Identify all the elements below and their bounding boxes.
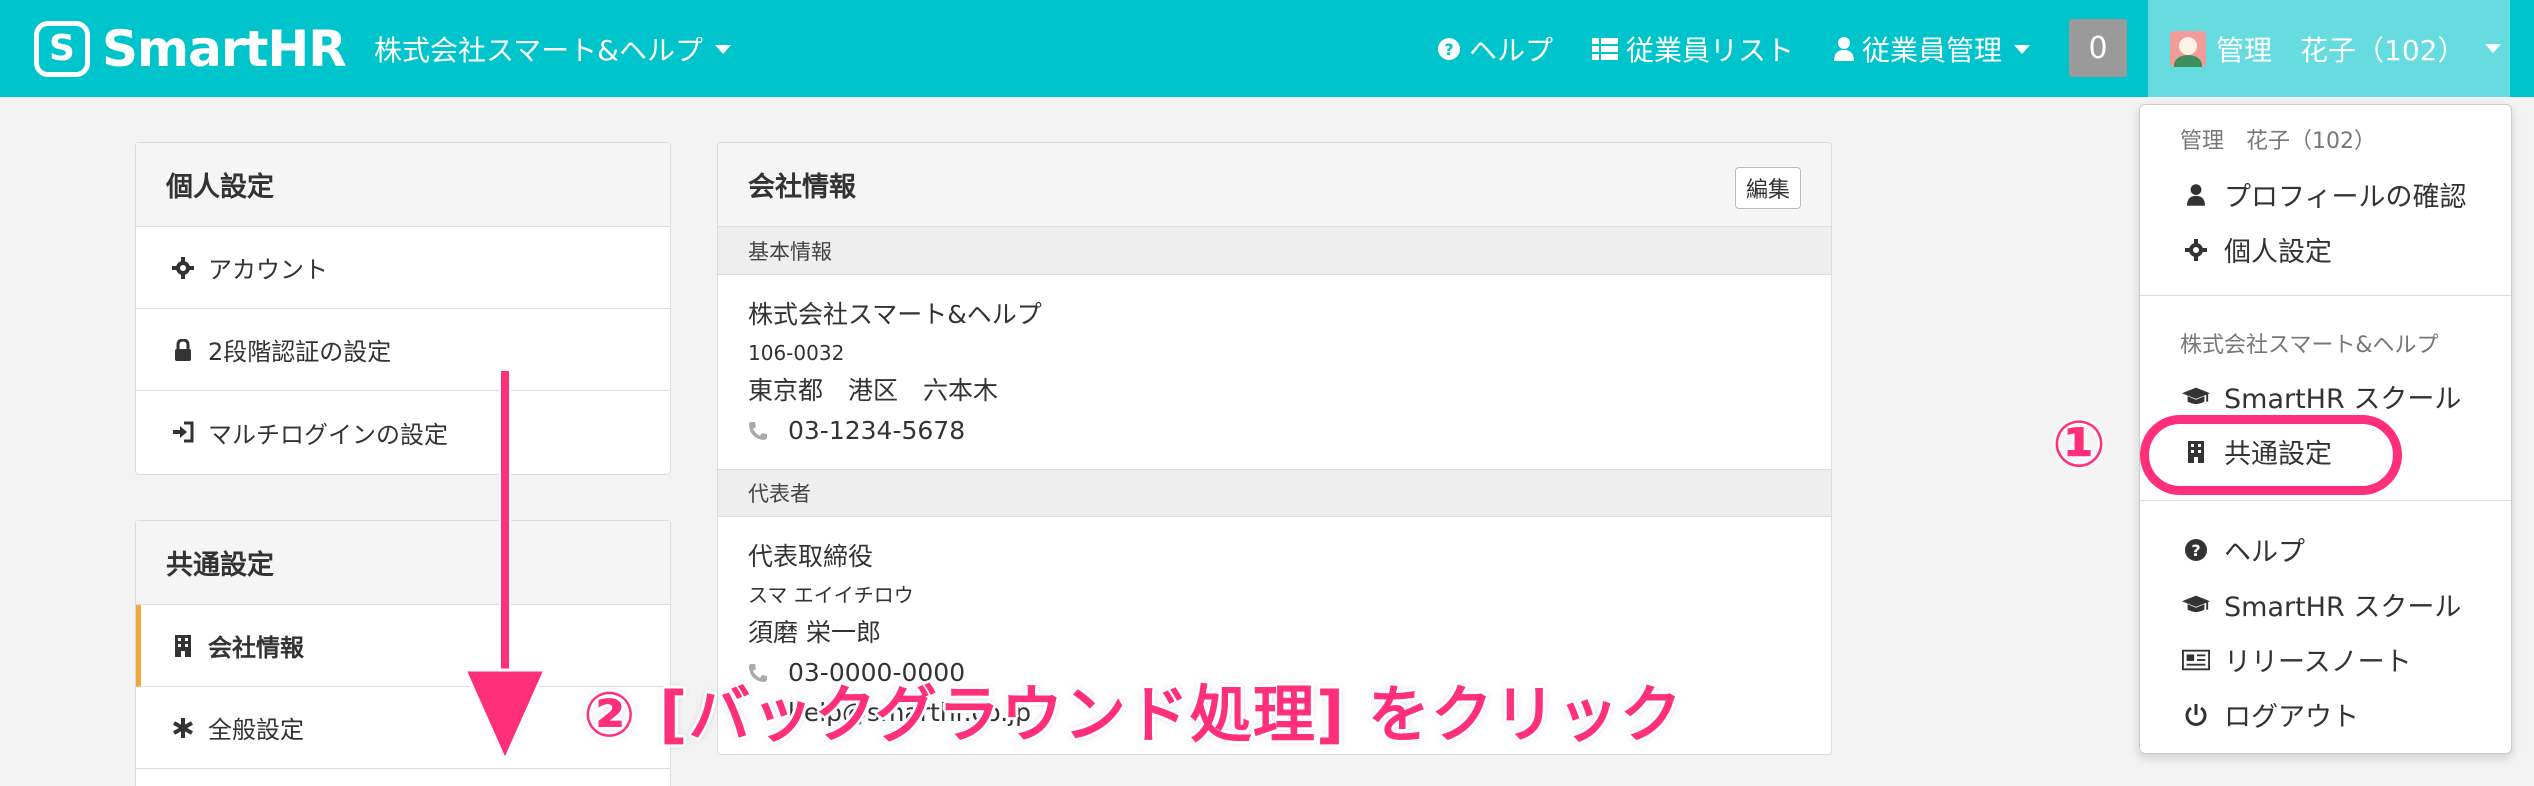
phone-icon	[748, 421, 788, 441]
building-icon	[172, 634, 194, 657]
logo-text: SmartHR	[102, 20, 347, 78]
panel-title: 共通設定	[136, 521, 670, 605]
nav-employee-list-label: 従業員リスト	[1626, 34, 1795, 67]
asterisk-icon	[172, 717, 194, 738]
menu-item-account[interactable]: アカウント	[136, 227, 670, 309]
top-navbar: S SmartHR 株式会社スマート&ヘルプ ? ヘルプ 従業員リスト 従業員管…	[0, 0, 2534, 97]
dropdown-item-release-notes[interactable]: リリースノート	[2182, 640, 2412, 679]
dropdown-item-profile[interactable]: プロフィールの確認	[2182, 175, 2466, 214]
menu-item-label: アカウント	[208, 256, 328, 284]
menu-item-label: 会社情報	[208, 634, 304, 662]
menu-item-two-factor[interactable]: 2段階認証の設定	[136, 309, 670, 391]
nav-employee-list[interactable]: 従業員リスト	[1592, 29, 1794, 69]
address: 東京都 港区 六本木	[748, 376, 999, 405]
menu-item-label: 2段階認証の設定	[208, 338, 392, 366]
section-header-representative: 代表者	[718, 469, 1831, 517]
gear-icon	[172, 256, 194, 279]
user-name: 管理 花子（102）	[2216, 33, 2466, 67]
dropdown-user-header: 管理 花子（102）	[2180, 129, 2376, 154]
dropdown-item-logout[interactable]: ログアウト	[2182, 695, 2359, 734]
graduation-cap-icon	[2182, 386, 2210, 408]
caret-down-icon	[715, 44, 731, 54]
panel-header: 会社情報 編集	[718, 143, 1831, 227]
phone-row: 03-1234-5678	[748, 411, 1801, 451]
gear-icon	[2182, 238, 2210, 261]
avatar	[2170, 30, 2206, 67]
rep-title: 代表取締役	[748, 542, 874, 571]
dropdown-company-header: 株式会社スマート&ヘルプ	[2180, 333, 2439, 358]
phone-number: 03-1234-5678	[788, 416, 966, 445]
section-header-basic: 基本情報	[718, 227, 1831, 275]
company-switcher[interactable]: 株式会社スマート&ヘルプ	[374, 29, 731, 69]
dropdown-item-label: SmartHR スクール	[2224, 384, 2462, 415]
down-arrow-annotation	[462, 370, 548, 764]
caret-down-icon	[2485, 44, 2502, 53]
user-menu-toggle[interactable]: 管理 花子（102）	[2148, 0, 2510, 97]
smarthr-logo[interactable]: S SmartHR	[34, 20, 347, 78]
dropdown-item-label: 個人設定	[2224, 237, 2332, 268]
edit-button[interactable]: 編集	[1734, 167, 1801, 209]
dropdown-divider	[2140, 295, 2511, 296]
notification-badge[interactable]: 0	[2069, 19, 2127, 77]
newspaper-icon	[2182, 649, 2210, 671]
lock-icon	[172, 338, 194, 361]
nav-help-label: ヘルプ	[1469, 34, 1554, 67]
dropdown-item-label: ログアウト	[2224, 702, 2359, 733]
dropdown-item-personal-settings[interactable]: 個人設定	[2182, 230, 2332, 269]
dropdown-item-label: プロフィールの確認	[2224, 182, 2467, 213]
panel-title: 個人設定	[136, 143, 670, 227]
postal-code: 106-0032	[748, 341, 845, 365]
dropdown-item-label: リリースノート	[2224, 647, 2412, 678]
highlight-ring	[2140, 415, 2402, 495]
rep-name: 須磨 栄一郎	[748, 618, 881, 647]
user-icon	[1834, 37, 1854, 61]
logo-mark-icon: S	[34, 21, 90, 77]
step-1-marker: ①	[2052, 408, 2107, 482]
sign-in-icon	[172, 421, 194, 443]
dropdown-item-label: ヘルプ	[2224, 537, 2305, 568]
dropdown-item-label: SmartHR スクール	[2224, 592, 2462, 623]
menu-item-label: マルチログインの設定	[208, 420, 448, 449]
dropdown-item-school[interactable]: SmartHR スクール	[2182, 377, 2461, 416]
user-icon	[2182, 183, 2210, 206]
dropdown-divider	[2140, 500, 2511, 501]
graduation-cap-icon	[2182, 594, 2210, 616]
rep-kana: スマ エイイチロウ	[748, 583, 914, 607]
dropdown-item-school-2[interactable]: SmartHR スクール	[2182, 585, 2461, 624]
basic-info-block: 株式会社スマート&ヘルプ 106-0032 東京都 港区 六本木 03-1234…	[718, 275, 1831, 469]
dropdown-item-help[interactable]: ? ヘルプ	[2182, 530, 2305, 569]
company-name: 株式会社スマート&ヘルプ	[374, 34, 703, 67]
question-circle-icon: ?	[2182, 538, 2210, 562]
company-name: 株式会社スマート&ヘルプ	[748, 300, 1042, 329]
menu-item-multi-login[interactable]: マルチログインの設定	[136, 391, 670, 473]
personal-settings-panel: 個人設定 アカウント 2段階認証の設定 マルチログインの設定	[135, 142, 671, 475]
panel-title: 会社情報	[748, 172, 856, 203]
svg-text:?: ?	[2191, 541, 2200, 560]
nav-employee-manage-label: 従業員管理	[1862, 34, 2003, 67]
nav-help[interactable]: ? ヘルプ	[1437, 29, 1553, 69]
power-icon	[2182, 703, 2210, 727]
question-circle-icon: ?	[1437, 37, 1461, 61]
caret-down-icon	[2014, 44, 2031, 54]
nav-employee-manage[interactable]: 従業員管理	[1834, 29, 2031, 69]
svg-text:?: ?	[1444, 40, 1453, 59]
list-icon	[1592, 38, 1618, 60]
menu-item-label: 全般設定	[208, 716, 304, 744]
step-2-instruction: ② [バックグラウンド処理] をクリック	[583, 678, 1683, 751]
